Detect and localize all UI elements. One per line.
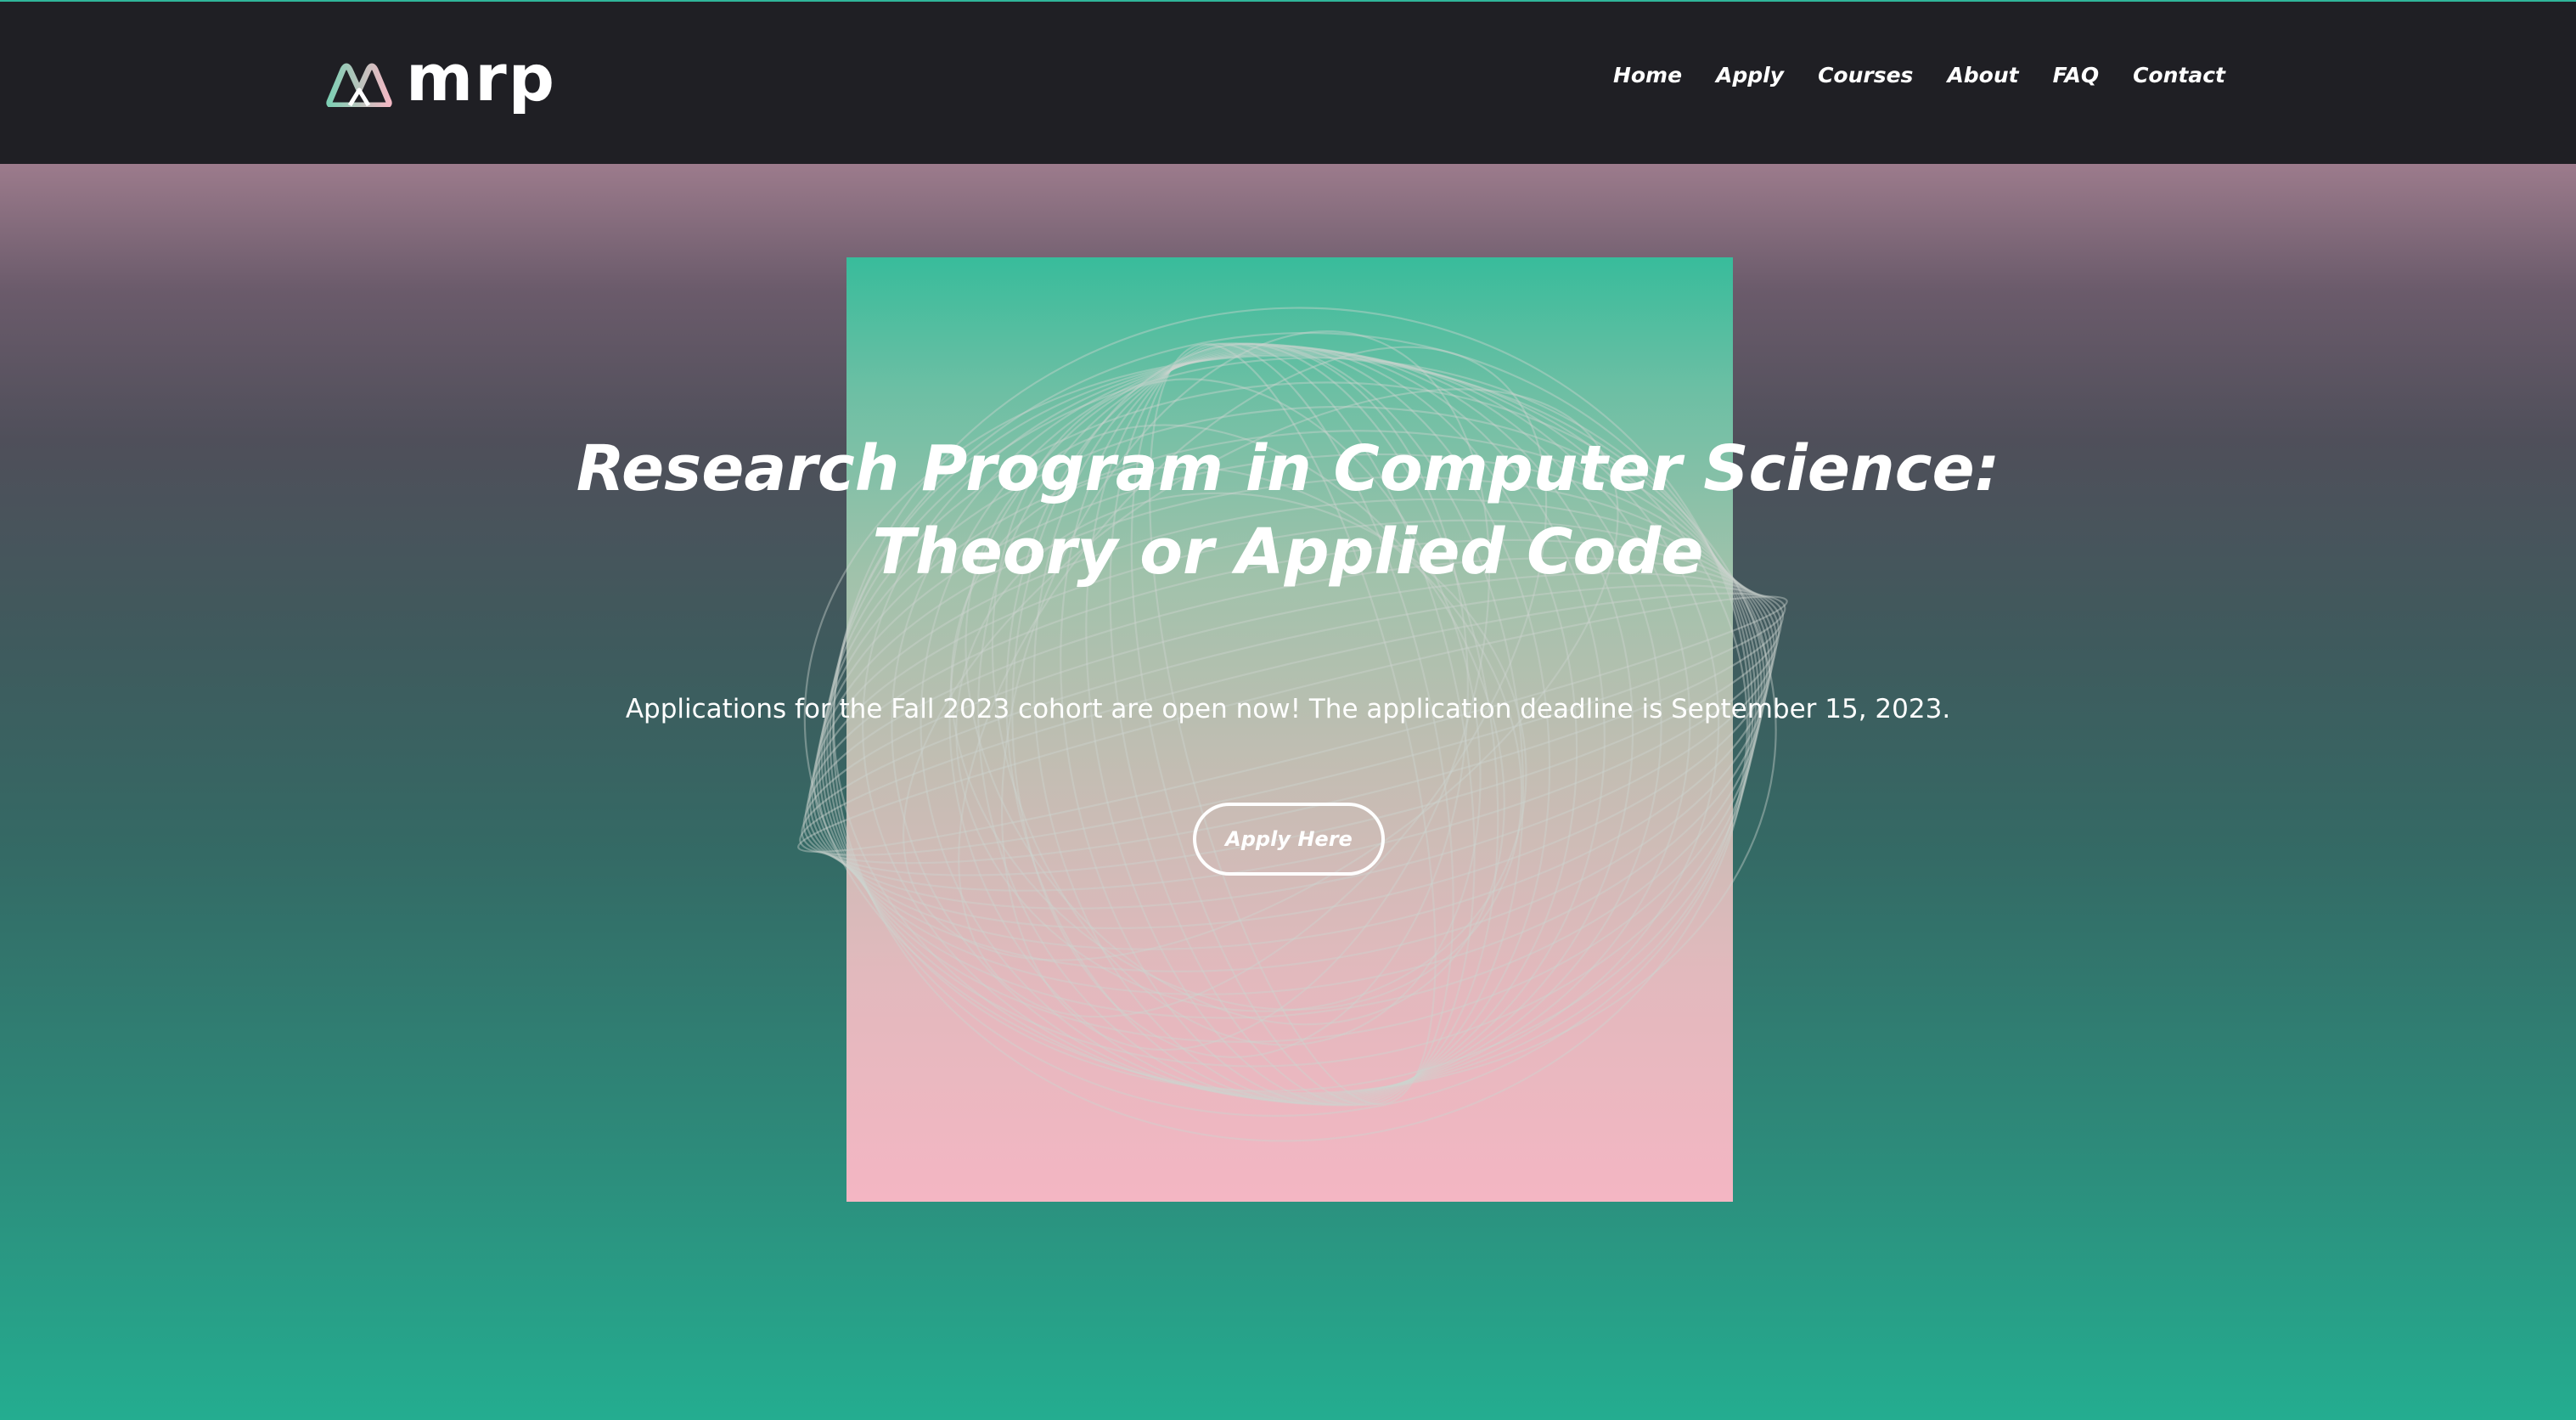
brand-name: mrp	[406, 40, 557, 116]
hero-subtitle: Applications for the Fall 2023 cohort ar…	[625, 694, 1951, 724]
brand-logo[interactable]: mrp	[324, 46, 556, 114]
hero-section: Research Program in Computer Science: Th…	[0, 164, 2576, 1420]
nav-link-about[interactable]: About	[1947, 63, 2018, 87]
nav-link-apply[interactable]: Apply	[1716, 63, 1784, 87]
hero-title-line-1: Research Program in Computer Science:	[576, 432, 2000, 505]
apply-here-button[interactable]: Apply Here	[1193, 803, 1385, 876]
hero-title-line-2: Theory or Applied Code	[872, 516, 1704, 589]
nav-link-contact[interactable]: Contact	[2133, 63, 2225, 87]
nav-link-courses[interactable]: Courses	[1818, 63, 1913, 87]
main-nav: Home Apply Courses About FAQ Contact	[1613, 63, 2225, 87]
wireframe-sphere-graphic	[797, 307, 1788, 1142]
top-navbar: mrp Home Apply Courses About FAQ Contact	[0, 2, 2576, 164]
nav-link-faq[interactable]: FAQ	[2053, 63, 2099, 87]
hero-title: Research Program in Computer Science: Th…	[481, 427, 2095, 594]
mountain-peaks-logo-icon	[326, 63, 392, 107]
nav-link-home[interactable]: Home	[1613, 63, 1682, 87]
